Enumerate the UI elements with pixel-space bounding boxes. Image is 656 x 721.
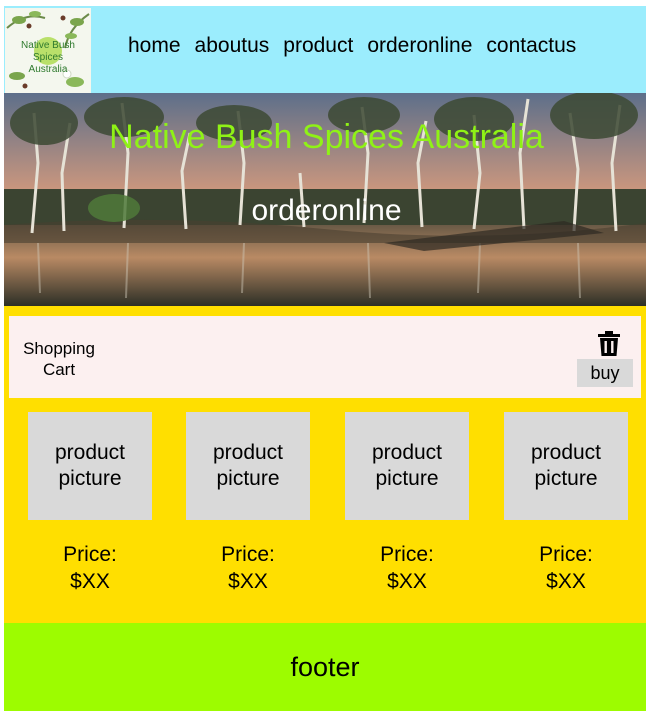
nav-orderonline[interactable]: orderonline <box>367 30 472 62</box>
main-nav: home aboutus product orderonline contact… <box>128 30 576 62</box>
product-picture[interactable]: product picture <box>186 412 310 520</box>
product-picture-label: product picture <box>54 441 126 490</box>
product-picture[interactable]: product picture <box>28 412 152 520</box>
cart-title: Shopping Cart <box>23 339 95 379</box>
product-grid: product picture Price: $XX product pictu… <box>28 412 628 612</box>
price-label: Price: <box>63 543 117 566</box>
buy-button[interactable]: buy <box>577 359 633 387</box>
product-card: product picture Price: $XX <box>28 412 152 602</box>
product-picture-label: product picture <box>371 441 443 490</box>
nav-product[interactable]: product <box>283 30 353 62</box>
site-footer: footer <box>4 623 646 711</box>
product-card: product picture Price: $XX <box>186 412 310 602</box>
price-label: Price: <box>539 543 593 566</box>
price-label: Price: <box>221 543 275 566</box>
price-value: $XX <box>387 570 427 593</box>
nav-home[interactable]: home <box>128 30 181 62</box>
logo-text-line: Native Bush Spices <box>21 40 75 63</box>
site-logo[interactable]: Native Bush Spices Australia <box>5 8 91 94</box>
site-header: Native Bush Spices Australia home aboutu… <box>4 6 646 94</box>
trash-icon[interactable] <box>597 331 621 357</box>
price-label: Price: <box>380 543 434 566</box>
product-picture[interactable]: product picture <box>504 412 628 520</box>
page-frame: Native Bush Spices Australia home aboutu… <box>4 4 646 711</box>
shopping-cart-bar: Shopping Cart buy <box>9 316 641 398</box>
product-card: product picture Price: $XX <box>345 412 469 602</box>
price-value: $XX <box>228 570 268 593</box>
product-picture-label: product picture <box>530 441 602 490</box>
nav-contactus[interactable]: contactus <box>486 30 576 62</box>
product-picture-label: product picture <box>212 441 284 490</box>
shop-section: Shopping Cart buy product picture Price:… <box>4 306 646 623</box>
price-value: $XX <box>70 570 110 593</box>
price-value: $XX <box>546 570 586 593</box>
hero-title: Native Bush Spices Australia <box>109 118 544 156</box>
hero-subtitle: orderonline <box>251 194 402 227</box>
hero-banner: Native Bush Spices Australia orderonline <box>4 93 646 306</box>
product-picture[interactable]: product picture <box>345 412 469 520</box>
logo-text: Native Bush Spices Australia <box>5 40 91 76</box>
product-card: product picture Price: $XX <box>504 412 628 602</box>
logo-text-line: Australia <box>28 64 68 75</box>
nav-aboutus[interactable]: aboutus <box>195 30 270 62</box>
